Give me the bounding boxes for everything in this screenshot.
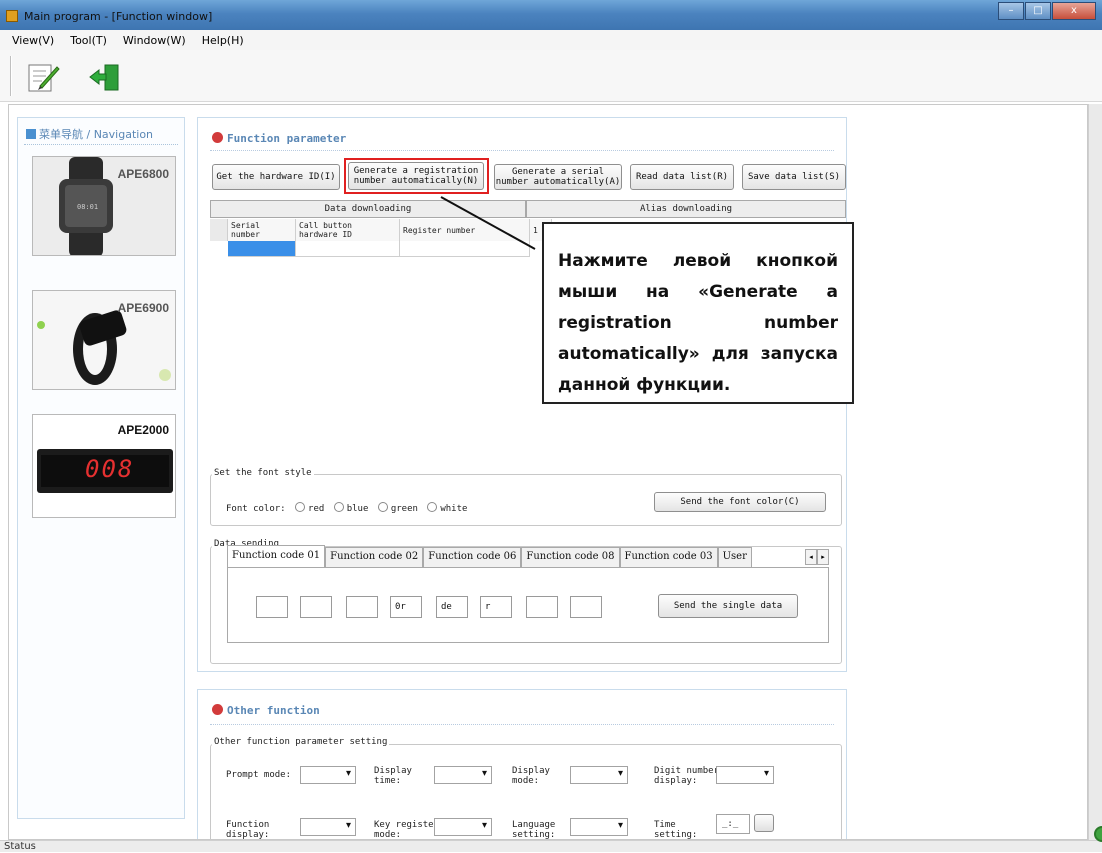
menu-bar: View(V) Tool(T) Window(W) Help(H) [0, 30, 1102, 50]
vertical-scrollbar[interactable] [1088, 104, 1102, 840]
label-line: Digit number [654, 766, 720, 776]
label-line: Display [512, 766, 550, 776]
label-line: setting: [512, 830, 556, 840]
menu-view[interactable]: View(V) [4, 30, 62, 50]
instruction-callout: Нажмите левой кнопкой мыши на «Generate … [542, 222, 854, 404]
language-setting-label: Language setting: [512, 820, 556, 840]
label-line: Language [512, 820, 556, 830]
time-picker-button[interactable] [754, 814, 774, 832]
digit-number-display-label: Digit number display: [654, 766, 719, 786]
minimize-button[interactable]: – [998, 2, 1024, 20]
status-bar: Status [0, 840, 1102, 852]
maximize-button[interactable]: □ [1025, 2, 1051, 20]
time-setting-input[interactable]: _:_ [716, 814, 750, 834]
display-mode-select[interactable] [570, 766, 628, 784]
exit-button[interactable] [88, 60, 122, 94]
function-window: 菜单导航 / Navigation APE6800 08:01 APE6900 … [8, 104, 1088, 840]
label-line: Function [226, 820, 270, 830]
title-bar: Main program - [Function window] – □ x [0, 0, 1102, 30]
section-title: Other function [212, 704, 320, 717]
divider [210, 724, 834, 725]
key-register-mode-select[interactable] [434, 818, 492, 836]
window-title: Main program - [Function window] [24, 10, 213, 23]
toolbar [0, 50, 1102, 102]
label-line: time: [374, 776, 402, 786]
menu-tool[interactable]: Tool(T) [62, 30, 115, 50]
bullet-icon [212, 704, 223, 715]
other-function-group-label: Other function parameter setting [212, 737, 390, 747]
language-setting-select[interactable] [570, 818, 628, 836]
function-display-select[interactable] [300, 818, 356, 836]
digit-number-display-select[interactable] [716, 766, 774, 784]
exit-icon [89, 64, 119, 91]
time-setting-label: Time setting: [654, 820, 698, 840]
close-button[interactable]: x [1052, 2, 1096, 20]
prompt-mode-select[interactable] [300, 766, 356, 784]
instruction-text: Нажмите левой кнопкой мыши на «Generate … [558, 251, 838, 395]
menu-help[interactable]: Help(H) [194, 30, 252, 50]
function-display-label: Function display: [226, 820, 270, 840]
label-line: Time [654, 820, 676, 830]
label-line: display: [654, 776, 698, 786]
toolbar-separator [10, 56, 12, 96]
menu-window[interactable]: Window(W) [115, 30, 194, 50]
other-function-title: Other function [227, 704, 320, 717]
label-line: Key register [374, 820, 440, 830]
edit-icon [28, 64, 60, 92]
window-controls: – □ x [997, 2, 1096, 20]
app-icon [6, 10, 18, 22]
label-line: display: [226, 830, 270, 840]
display-time-select[interactable] [434, 766, 492, 784]
key-register-mode-label: Key register mode: [374, 820, 440, 840]
edit-button[interactable] [26, 60, 60, 94]
label-line: setting: [654, 830, 698, 840]
label-line: mode: [374, 830, 402, 840]
display-time-label: Display time: [374, 766, 412, 786]
prompt-mode-label: Prompt mode: [226, 770, 292, 780]
label-line: mode: [512, 776, 540, 786]
other-function-panel: Other function Other function parameter … [197, 689, 847, 840]
label-line: Display [374, 766, 412, 776]
display-mode-label: Display mode: [512, 766, 550, 786]
